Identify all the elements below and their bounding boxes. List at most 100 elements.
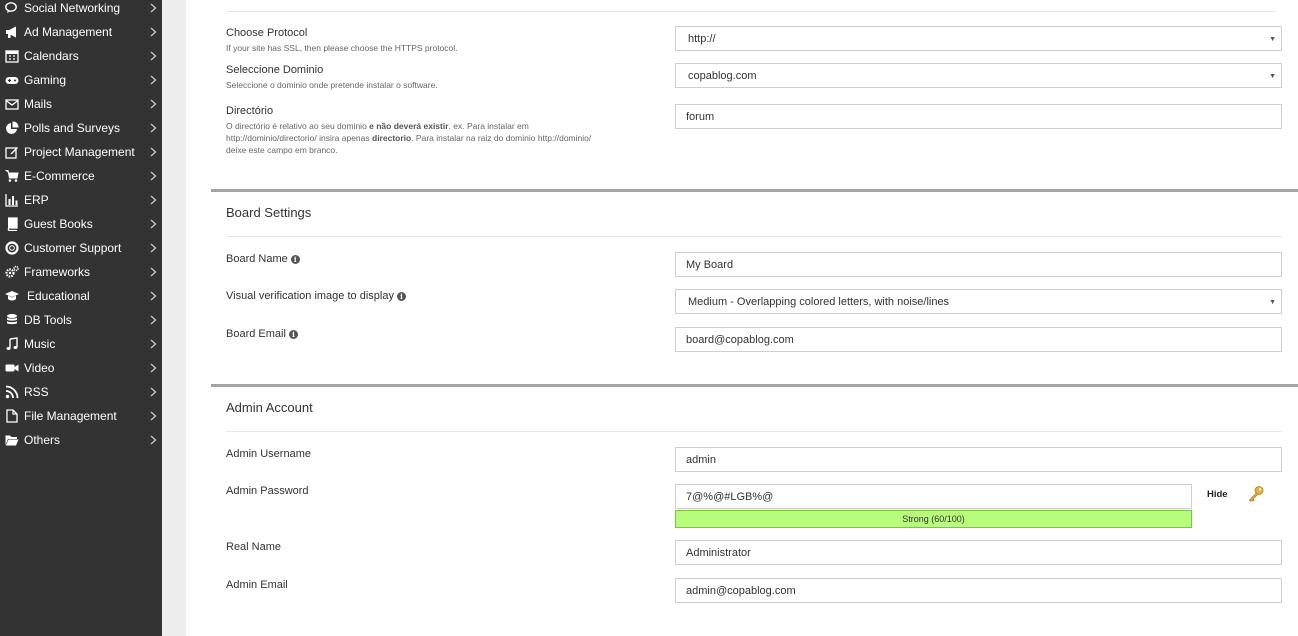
admin-password-label: Admin Password (226, 485, 309, 497)
sidebar-item-music[interactable]: Music (0, 332, 162, 356)
protocol-description: If your site has SSL, then please choose… (226, 43, 458, 53)
sidebar-item-label: Others (24, 433, 61, 447)
envelope-icon (5, 97, 19, 111)
sidebar-item-polls-and-surveys[interactable]: Polls and Surveys (0, 116, 162, 140)
key-icon[interactable] (1247, 485, 1265, 503)
cart-icon (5, 169, 19, 183)
real-name-input[interactable]: Administrator (675, 540, 1282, 565)
board-email-input[interactable]: board@copablog.com (675, 327, 1282, 352)
admin-email-label: Admin Email (226, 579, 288, 591)
chevron-right-icon (148, 99, 158, 109)
install-form-panel: Choose Protocol If your site has SSL, th… (186, 0, 1298, 636)
board-email-value: board@copablog.com (686, 333, 794, 346)
domain-label: Seleccione Dominio (226, 64, 324, 76)
sidebar-item-guest-books[interactable]: Guest Books (0, 212, 162, 236)
admin-password-input[interactable]: 7@%@#LGB%@ (675, 484, 1192, 509)
chevron-right-icon (148, 147, 158, 157)
admin-password-value: 7@%@#LGB%@ (686, 490, 774, 503)
admin-username-value: admin (686, 453, 716, 466)
admin-username-input[interactable]: admin (675, 447, 1282, 472)
sidebar-item-label: Customer Support (24, 241, 122, 255)
sidebar-item-social-networking[interactable]: Social Networking (0, 0, 162, 20)
chevron-right-icon (148, 51, 158, 61)
pie-chart-icon (5, 121, 19, 135)
calendar-icon (5, 49, 19, 63)
sidebar-item-project-management[interactable]: Project Management (0, 140, 162, 164)
chevron-right-icon (148, 315, 158, 325)
directory-input-value: forum (686, 110, 715, 123)
sidebar-item-erp[interactable]: ERP (0, 188, 162, 212)
graduation-cap-icon (5, 289, 19, 303)
chevron-right-icon (148, 291, 158, 301)
file-icon (5, 409, 19, 423)
admin-email-value: admin@copablog.com (686, 584, 796, 597)
chat-bubbles-icon (5, 1, 19, 15)
chevron-right-icon (148, 339, 158, 349)
directory-label: Directório (226, 105, 274, 117)
sidebar-item-label: Social Networking (24, 1, 121, 15)
password-strength-meter: Strong (60/100) (675, 510, 1192, 528)
sidebar-item-label: Polls and Surveys (24, 121, 121, 135)
hide-password-link[interactable]: Hide (1207, 489, 1228, 500)
directory-description: O directório é relativo ao seu dominio e… (226, 121, 592, 155)
protocol-select[interactable]: http:// ▼ (675, 26, 1282, 51)
sidebar-item-label: Video (24, 361, 55, 375)
chevron-right-icon (148, 171, 158, 181)
info-icon[interactable]: i (288, 329, 298, 339)
cogs-icon (5, 265, 19, 279)
board-name-label: Board Name i (226, 252, 300, 266)
board-name-value: My Board (686, 258, 734, 271)
chevron-right-icon (148, 195, 158, 205)
captcha-select-value: Medium - Overlapping colored letters, wi… (688, 295, 950, 308)
admin-account-title: Admin Account (226, 400, 313, 415)
domain-select[interactable]: copablog.com ▼ (675, 63, 1282, 88)
caret-down-icon: ▼ (1269, 73, 1276, 80)
sidebar-item-label: Ad Management (24, 25, 113, 39)
chevron-right-icon (148, 123, 158, 133)
sidebar-item-customer-support[interactable]: Customer Support (0, 236, 162, 260)
sidebar-item-educational[interactable]: Educational (0, 284, 162, 308)
admin-email-input[interactable]: admin@copablog.com (675, 578, 1282, 603)
chevron-right-icon (148, 435, 158, 445)
gamepad-icon (5, 73, 19, 87)
sidebar-item-label: Guest Books (24, 217, 93, 231)
chevron-right-icon (148, 219, 158, 229)
captcha-select[interactable]: Medium - Overlapping colored letters, wi… (675, 289, 1282, 314)
caret-down-icon: ▼ (1269, 299, 1276, 306)
sidebar-item-label: Mails (24, 97, 53, 111)
domain-description: Seleccione o dominio onde pretende insta… (226, 80, 438, 90)
divider (226, 431, 1282, 432)
sidebar-item-db-tools[interactable]: DB Tools (0, 308, 162, 332)
section-divider (211, 189, 1298, 192)
info-icon[interactable]: i (290, 254, 300, 264)
chevron-right-icon (148, 387, 158, 397)
board-email-label: Board Email i (226, 327, 298, 341)
protocol-select-value: http:// (688, 32, 716, 45)
bar-chart-icon (5, 193, 19, 207)
sidebar-item-rss[interactable]: RSS (0, 380, 162, 404)
sidebar-item-gaming[interactable]: Gaming (0, 68, 162, 92)
chevron-right-icon (148, 411, 158, 421)
info-icon[interactable]: i (396, 291, 406, 301)
directory-input[interactable]: forum (675, 104, 1282, 129)
real-name-label: Real Name (226, 541, 282, 553)
sidebar-item-file-management[interactable]: File Management (0, 404, 162, 428)
password-strength-text: Strong (60/100) (902, 514, 965, 524)
sidebar-item-label: File Management (24, 409, 117, 423)
sidebar-item-label: ERP (24, 193, 49, 207)
sidebar-item-label: Calendars (24, 49, 79, 63)
divider (226, 236, 1282, 237)
sidebar-item-label: E-Commerce (24, 169, 95, 183)
sidebar-item-e-commerce[interactable]: E-Commerce (0, 164, 162, 188)
sidebar-item-calendars[interactable]: Calendars (0, 44, 162, 68)
sidebar-item-video[interactable]: Video (0, 356, 162, 380)
caret-down-icon: ▼ (1269, 36, 1276, 43)
board-name-input[interactable]: My Board (675, 252, 1282, 277)
sidebar-item-mails[interactable]: Mails (0, 92, 162, 116)
sidebar-item-ad-management[interactable]: Ad Management (0, 20, 162, 44)
chevron-right-icon (148, 27, 158, 37)
sidebar-item-frameworks[interactable]: Frameworks (0, 260, 162, 284)
sidebar-item-label: Educational (27, 289, 90, 303)
sidebar-item-label: DB Tools (24, 313, 72, 327)
sidebar-item-others[interactable]: Others (0, 428, 162, 452)
